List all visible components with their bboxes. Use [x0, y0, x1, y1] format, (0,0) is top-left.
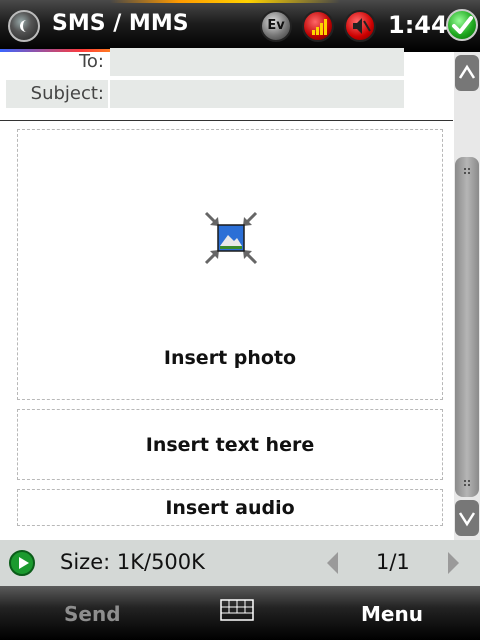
insert-text-label: Insert text here — [145, 434, 315, 456]
insert-text-area[interactable]: Insert text here — [17, 409, 443, 480]
signal-icon[interactable] — [302, 10, 334, 42]
soft-key-bar: Send Menu — [0, 586, 480, 640]
menu-softkey[interactable]: Menu — [361, 602, 423, 626]
scroll-up-button[interactable] — [455, 55, 479, 91]
ok-check-icon[interactable] — [446, 9, 478, 41]
insert-audio-area[interactable]: Insert audio — [17, 489, 443, 526]
sound-off-icon[interactable] — [344, 10, 376, 42]
scroll-down-button[interactable] — [455, 500, 479, 536]
message-size: Size: 1K/500K — [60, 550, 205, 574]
chevron-up-icon — [458, 64, 476, 79]
to-label: To: — [78, 51, 104, 72]
grip-icon — [464, 168, 470, 174]
ev-status-icon[interactable]: Ev — [260, 10, 292, 42]
start-icon[interactable] — [8, 10, 40, 42]
insert-photo-label: Insert photo — [163, 347, 297, 369]
message-status-bar: Size: 1K/500K 1/1 — [0, 540, 480, 586]
title-bar: SMS / MMS Ev 1:44 — [0, 0, 480, 52]
subject-input[interactable] — [110, 80, 404, 108]
to-input[interactable] — [110, 48, 404, 76]
chevron-down-icon — [458, 512, 476, 527]
scrollbar-thumb[interactable] — [455, 157, 479, 497]
app-title: SMS / MMS — [52, 11, 189, 36]
send-softkey[interactable]: Send — [64, 602, 121, 626]
insert-photo-area[interactable]: Insert photo — [17, 129, 443, 400]
clock-time[interactable]: 1:44 — [388, 11, 448, 39]
subject-label: Subject: — [6, 80, 108, 108]
next-slide-icon[interactable] — [444, 550, 462, 576]
insert-photo-icon — [204, 211, 258, 265]
play-icon[interactable] — [9, 550, 35, 576]
slide-counter: 1/1 — [376, 550, 410, 574]
grip-icon — [464, 480, 470, 486]
previous-slide-icon[interactable] — [324, 550, 342, 576]
insert-audio-label: Insert audio — [165, 497, 295, 519]
keyboard-icon[interactable] — [220, 599, 254, 621]
header-divider — [0, 120, 453, 121]
title-accent-line-2 — [110, 0, 340, 3]
